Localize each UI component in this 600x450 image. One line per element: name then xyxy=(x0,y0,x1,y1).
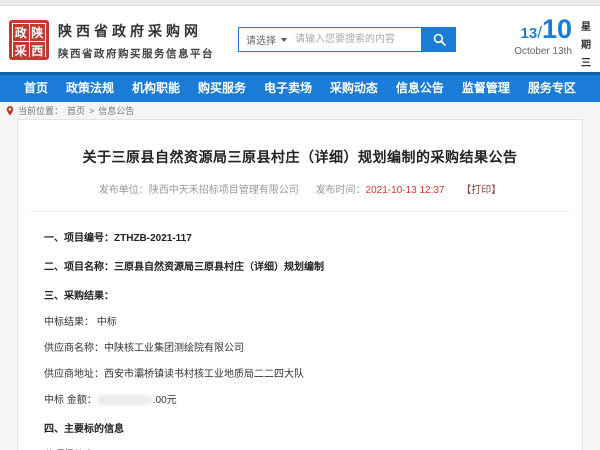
site-subtitle: 陕西省政府购买服务信息平台 xyxy=(58,46,214,61)
breadcrumb: 当前位置： 首页 > 信息公告 xyxy=(0,102,600,119)
breadcrumb-separator: > xyxy=(89,106,94,116)
supplier-name-label: 供应商名称： xyxy=(44,343,104,354)
supplier-name-line: 供应商名称：中陕核工业集团测绘院有限公司 xyxy=(44,339,556,354)
nav-item-functions[interactable]: 机构职能 xyxy=(132,75,180,102)
search-box: 请选择 xyxy=(238,27,422,52)
supplier-address-label: 供应商地址： xyxy=(44,369,104,380)
section-main-subject-info: 四、主要标的信息 xyxy=(44,420,556,435)
breadcrumb-home-link[interactable]: 首页 xyxy=(67,104,85,117)
bid-result-value: 中标 xyxy=(97,317,117,328)
site-title: 陕西省政府采购网 xyxy=(58,21,214,41)
announcement-meta: 发布单位：陕西中天禾招标项目管理有限公司 发布时间：2021-10-13 12:… xyxy=(18,181,582,196)
date-english: October 13th xyxy=(514,46,572,57)
announcement-title: 关于三原县自然资源局三原县村庄（详细）规划编制的采购结果公告 xyxy=(18,147,582,167)
nav-item-purchase-services[interactable]: 购买服务 xyxy=(198,75,246,102)
section-project-name: 二、项目名称：三原县自然资源局三原县村庄（详细）规划编制 xyxy=(44,258,556,273)
supplier-name-value: 中陕核工业集团测绘院有限公司 xyxy=(104,343,244,354)
section-procurement-result: 三、采购结果： xyxy=(44,287,556,302)
publisher-value: 陕西中天禾招标项目管理有限公司 xyxy=(149,185,299,196)
weekday-char: 星 xyxy=(581,18,591,33)
search-category-select[interactable]: 请选择 xyxy=(239,28,295,51)
site-header: 政 陕 采 西 陕西省政府采购网 陕西省政府购买服务信息平台 请选择 13/10 xyxy=(0,6,600,72)
seal-char-bl: 采 xyxy=(13,42,29,59)
publish-time-value: 2021-10-13 12:37 xyxy=(366,185,445,196)
award-amount-label: 中标 金额： xyxy=(44,395,97,406)
publisher-label: 发布单位： xyxy=(99,185,149,196)
date-day: 13 xyxy=(521,25,538,42)
project-number-value: ZTHZB-2021-117 xyxy=(114,233,192,244)
nav-item-procurement-news[interactable]: 采购动态 xyxy=(330,75,378,102)
nav-item-announcements[interactable]: 信息公告 xyxy=(396,75,444,102)
chevron-down-icon xyxy=(281,38,287,42)
weekday-char: 期 xyxy=(581,36,591,51)
search-icon xyxy=(433,33,446,46)
award-amount-suffix: .00元 xyxy=(153,395,177,406)
site-titles: 陕西省政府采购网 陕西省政府购买服务信息平台 xyxy=(58,21,214,61)
supplier-address-line: 供应商地址：西安市灞桥镇读书村核工业地质局二二四大队 xyxy=(44,365,556,380)
weekday-char: 三 xyxy=(581,54,591,69)
date-numbers: 13/10 xyxy=(514,14,572,45)
date-display: 13/10 October 13th xyxy=(514,14,572,57)
seal-char-br: 西 xyxy=(30,42,46,59)
main-nav: 首页 政策法规 机构职能 购买服务 电子卖场 采购动态 信息公告 监督管理 服务… xyxy=(0,72,600,102)
nav-item-home[interactable]: 首页 xyxy=(24,75,48,102)
project-number-label: 一、项目编号： xyxy=(44,233,114,244)
site-logo-seal[interactable]: 政 陕 采 西 xyxy=(9,20,49,60)
breadcrumb-label: 当前位置： xyxy=(18,104,63,117)
weekday-vertical: 星 期 三 xyxy=(581,18,591,69)
section-project-number: 一、项目编号：ZTHZB-2021-117 xyxy=(44,229,556,244)
nav-item-policies[interactable]: 政策法规 xyxy=(66,75,114,102)
award-amount-line: 中标 金额： .00元 xyxy=(44,391,556,406)
print-button[interactable]: 【打印】 xyxy=(461,185,501,196)
redacted-amount xyxy=(98,395,152,405)
supplier-address-value: 西安市灞桥镇读书村核工业地质局二二四大队 xyxy=(104,369,304,380)
search-input[interactable] xyxy=(295,28,421,51)
search-bar: 请选择 xyxy=(238,27,456,52)
breadcrumb-current: 信息公告 xyxy=(98,104,134,117)
bid-result-line: 中标结果： 中标 xyxy=(44,313,556,328)
search-button[interactable] xyxy=(422,27,456,52)
location-pin-icon xyxy=(6,106,14,116)
nav-item-emarket[interactable]: 电子卖场 xyxy=(264,75,312,102)
announcement-card: 关于三原县自然资源局三原县村庄（详细）规划编制的采购结果公告 发布单位：陕西中天… xyxy=(17,119,583,450)
search-select-label: 请选择 xyxy=(246,32,276,47)
nav-item-service-zone[interactable]: 服务专区 xyxy=(528,75,576,102)
attachment-link[interactable]: 分项报价表.docx xyxy=(44,446,556,450)
project-name-label: 二、项目名称： xyxy=(44,262,114,273)
seal-char-tl: 政 xyxy=(13,24,29,41)
nav-item-supervision[interactable]: 监督管理 xyxy=(462,75,510,102)
seal-char-tr: 陕 xyxy=(30,24,46,41)
seal-characters: 政 陕 采 西 xyxy=(12,23,46,57)
date-month: 10 xyxy=(542,14,572,44)
publish-time-label: 发布时间： xyxy=(316,185,366,196)
project-name-value: 三原县自然资源局三原县村庄（详细）规划编制 xyxy=(114,262,324,273)
announcement-body: 一、项目编号：ZTHZB-2021-117 二、项目名称：三原县自然资源局三原县… xyxy=(18,212,582,450)
bid-result-label: 中标结果： xyxy=(44,317,94,328)
